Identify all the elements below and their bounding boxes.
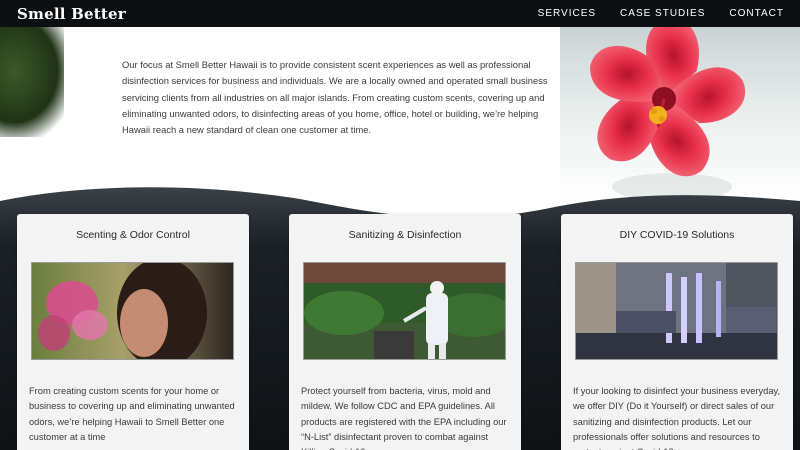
service-card-image [575, 262, 778, 360]
service-card-sanitizing[interactable]: Sanitizing & Disinfection Protect yourse… [289, 214, 521, 450]
top-navbar: Smell Better SERVICES CASE STUDIES CONTA… [0, 0, 800, 27]
foliage-background-image [0, 27, 70, 137]
nav-link-services[interactable]: SERVICES [538, 8, 596, 19]
service-card-diy-covid[interactable]: DIY COVID-19 Solutions If your looking t… [561, 214, 793, 450]
heading-fragment [346, 27, 462, 29]
service-card-description: Protect yourself from bacteria, virus, m… [301, 386, 507, 450]
service-card-image [303, 262, 506, 360]
service-card-title: DIY COVID-19 Solutions [619, 229, 735, 241]
service-card-description: If your looking to disinfect your busine… [573, 386, 781, 450]
brand-logo[interactable]: Smell Better [17, 5, 126, 23]
nav-link-contact[interactable]: CONTACT [729, 8, 784, 19]
service-card-image [31, 262, 234, 360]
intro-paragraph: Our focus at Smell Better Hawaii is to p… [122, 59, 548, 136]
service-card-title: Scenting & Odor Control [76, 229, 190, 241]
service-card-scenting[interactable]: Scenting & Odor Control From creating cu… [17, 214, 249, 450]
nav-link-case-studies[interactable]: CASE STUDIES [620, 8, 705, 19]
service-card-description: From creating custom scents for your hom… [29, 386, 235, 442]
nav-menu: SERVICES CASE STUDIES CONTACT [514, 8, 784, 19]
service-card-title: Sanitizing & Disinfection [348, 229, 462, 241]
